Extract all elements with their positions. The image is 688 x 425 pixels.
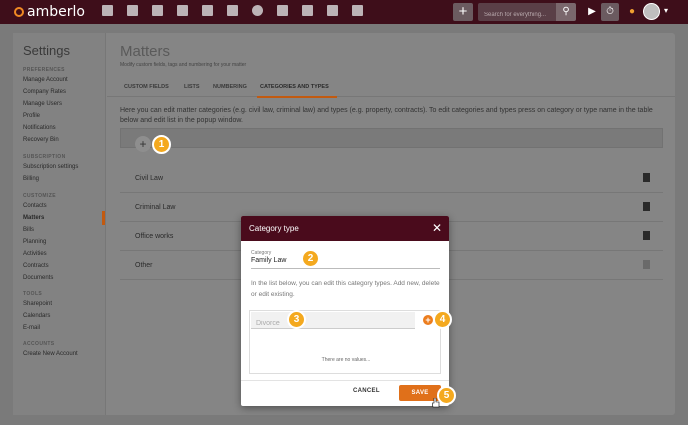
table-row[interactable]: Civil Law [120, 164, 663, 193]
type-input-wrapper [251, 312, 415, 332]
play-icon[interactable]: ▶ [583, 3, 601, 21]
sidebar-item-contracts[interactable]: Contracts [23, 263, 49, 269]
add-type-button[interactable]: + [423, 315, 433, 325]
step-badge: 2 [301, 249, 320, 268]
calendar-icon[interactable] [227, 5, 238, 16]
settings-sidebar: Settings PREFERENCES Manage Account Comp… [13, 33, 106, 415]
avatar[interactable] [643, 3, 660, 20]
category-name[interactable]: Other [135, 262, 153, 269]
sidebar-item-notifications[interactable]: Notifications [23, 125, 56, 131]
category-name[interactable]: Criminal Law [135, 204, 175, 211]
sidebar-item-documents[interactable]: Documents [23, 275, 53, 281]
matters-icon[interactable] [152, 5, 163, 16]
trash-icon[interactable] [643, 202, 650, 211]
category-name[interactable]: Civil Law [135, 175, 163, 182]
hand-cursor-icon [432, 398, 440, 408]
trash-icon[interactable] [643, 173, 650, 182]
category-type-dialog: Category type ✕ Category Family Law In t… [241, 216, 449, 406]
folder-icon[interactable] [277, 5, 288, 16]
trash-icon[interactable] [643, 231, 650, 240]
trash-icon[interactable] [643, 260, 650, 269]
page-subtitle: Modify custom fields, tags and numbering… [120, 62, 247, 68]
sidebar-item-profile[interactable]: Profile [23, 113, 40, 119]
add-category-button[interactable]: + [135, 136, 151, 152]
sidebar-item-calendars[interactable]: Calendars [23, 313, 50, 319]
sidebar-item-manage-account[interactable]: Manage Account [23, 77, 68, 83]
dialog-divider [241, 380, 449, 381]
sidebar-section-tools: TOOLS [23, 291, 43, 297]
reports-icon[interactable] [352, 5, 363, 16]
sidebar-title: Settings [23, 43, 70, 58]
tab-bar: CUSTOM FIELDS LISTS NUMBERING CATEGORIES… [107, 80, 675, 97]
category-field-label: Category [251, 250, 272, 256]
main-nav [102, 5, 377, 16]
dashboard-icon[interactable] [102, 5, 113, 16]
add-new-button[interactable]: + [453, 3, 473, 21]
amberlo-logo-icon [14, 7, 24, 17]
search-box [478, 3, 556, 24]
sidebar-item-email[interactable]: E-mail [23, 325, 40, 331]
tab-custom-fields[interactable]: CUSTOM FIELDS [124, 84, 169, 90]
tab-numbering[interactable]: NUMBERING [213, 84, 247, 90]
history-icon[interactable] [252, 5, 263, 16]
category-field[interactable]: Family Law [251, 257, 440, 269]
sidebar-item-sharepoint[interactable]: Sharepoint [23, 301, 52, 307]
page-title: Matters [120, 43, 171, 60]
sidebar-item-matters[interactable]: Matters [23, 215, 44, 221]
brand-name: amberlo [27, 4, 85, 20]
tab-categories-and-types[interactable]: CATEGORIES AND TYPES [260, 84, 329, 90]
sidebar-item-billing[interactable]: Billing [23, 176, 39, 182]
sidebar-item-create-new-account[interactable]: Create New Account [23, 351, 78, 357]
files-icon[interactable] [302, 5, 313, 16]
tab-lists[interactable]: LISTS [184, 84, 200, 90]
sidebar-section-accounts: ACCOUNTS [23, 341, 55, 347]
timer-icon[interactable]: ⏱ [601, 3, 619, 21]
sidebar-section-preferences: PREFERENCES [23, 67, 65, 73]
sidebar-item-contacts[interactable]: Contacts [23, 203, 47, 209]
chevron-down-icon[interactable]: ▾ [664, 6, 668, 15]
sidebar-item-subscription-settings[interactable]: Subscription settings [23, 164, 78, 170]
step-badge: 3 [287, 310, 306, 329]
active-tab-indicator [257, 96, 337, 98]
category-types-list: There are no values... [249, 310, 441, 374]
search-input[interactable] [478, 6, 556, 24]
search-icon[interactable]: ⚲ [556, 3, 576, 21]
billing-icon[interactable] [202, 5, 213, 16]
step-badge: 1 [152, 135, 171, 154]
sidebar-item-recovery-bin[interactable]: Recovery Bin [23, 137, 59, 143]
sidebar-active-indicator [102, 211, 105, 225]
email-icon[interactable] [327, 5, 338, 16]
empty-list-message: There are no values... [321, 357, 371, 363]
categories-table-header [120, 128, 663, 148]
sidebar-section-customize: CUSTOMIZE [23, 193, 56, 199]
notifications-bell-icon[interactable]: ● [623, 3, 641, 21]
documents-icon[interactable] [177, 5, 188, 16]
categories-description: Here you can edit matter categories (e.g… [120, 107, 653, 124]
close-icon[interactable]: ✕ [432, 221, 442, 235]
contacts-icon[interactable] [127, 5, 138, 16]
dialog-help-text: In the list below, you can edit this cat… [251, 280, 440, 298]
dialog-title: Category type [249, 224, 299, 233]
sidebar-section-subscription: SUBSCRIPTION [23, 154, 66, 160]
sidebar-item-manage-users[interactable]: Manage Users [23, 101, 62, 107]
sidebar-item-bills[interactable]: Bills [23, 227, 34, 233]
cancel-button[interactable]: CANCEL [353, 388, 380, 394]
category-name[interactable]: Office works [135, 233, 173, 240]
sidebar-item-activities[interactable]: Activities [23, 251, 47, 257]
sidebar-item-company-rates[interactable]: Company Rates [23, 89, 66, 95]
new-type-input[interactable] [251, 315, 415, 332]
top-bar: amberlo + ⚲ ▶ ⏱ ● ▾ [0, 0, 688, 24]
sidebar-item-planning[interactable]: Planning [23, 239, 46, 245]
logo[interactable]: amberlo [14, 4, 85, 20]
step-badge: 4 [433, 310, 452, 329]
dialog-header: Category type ✕ [241, 216, 449, 241]
